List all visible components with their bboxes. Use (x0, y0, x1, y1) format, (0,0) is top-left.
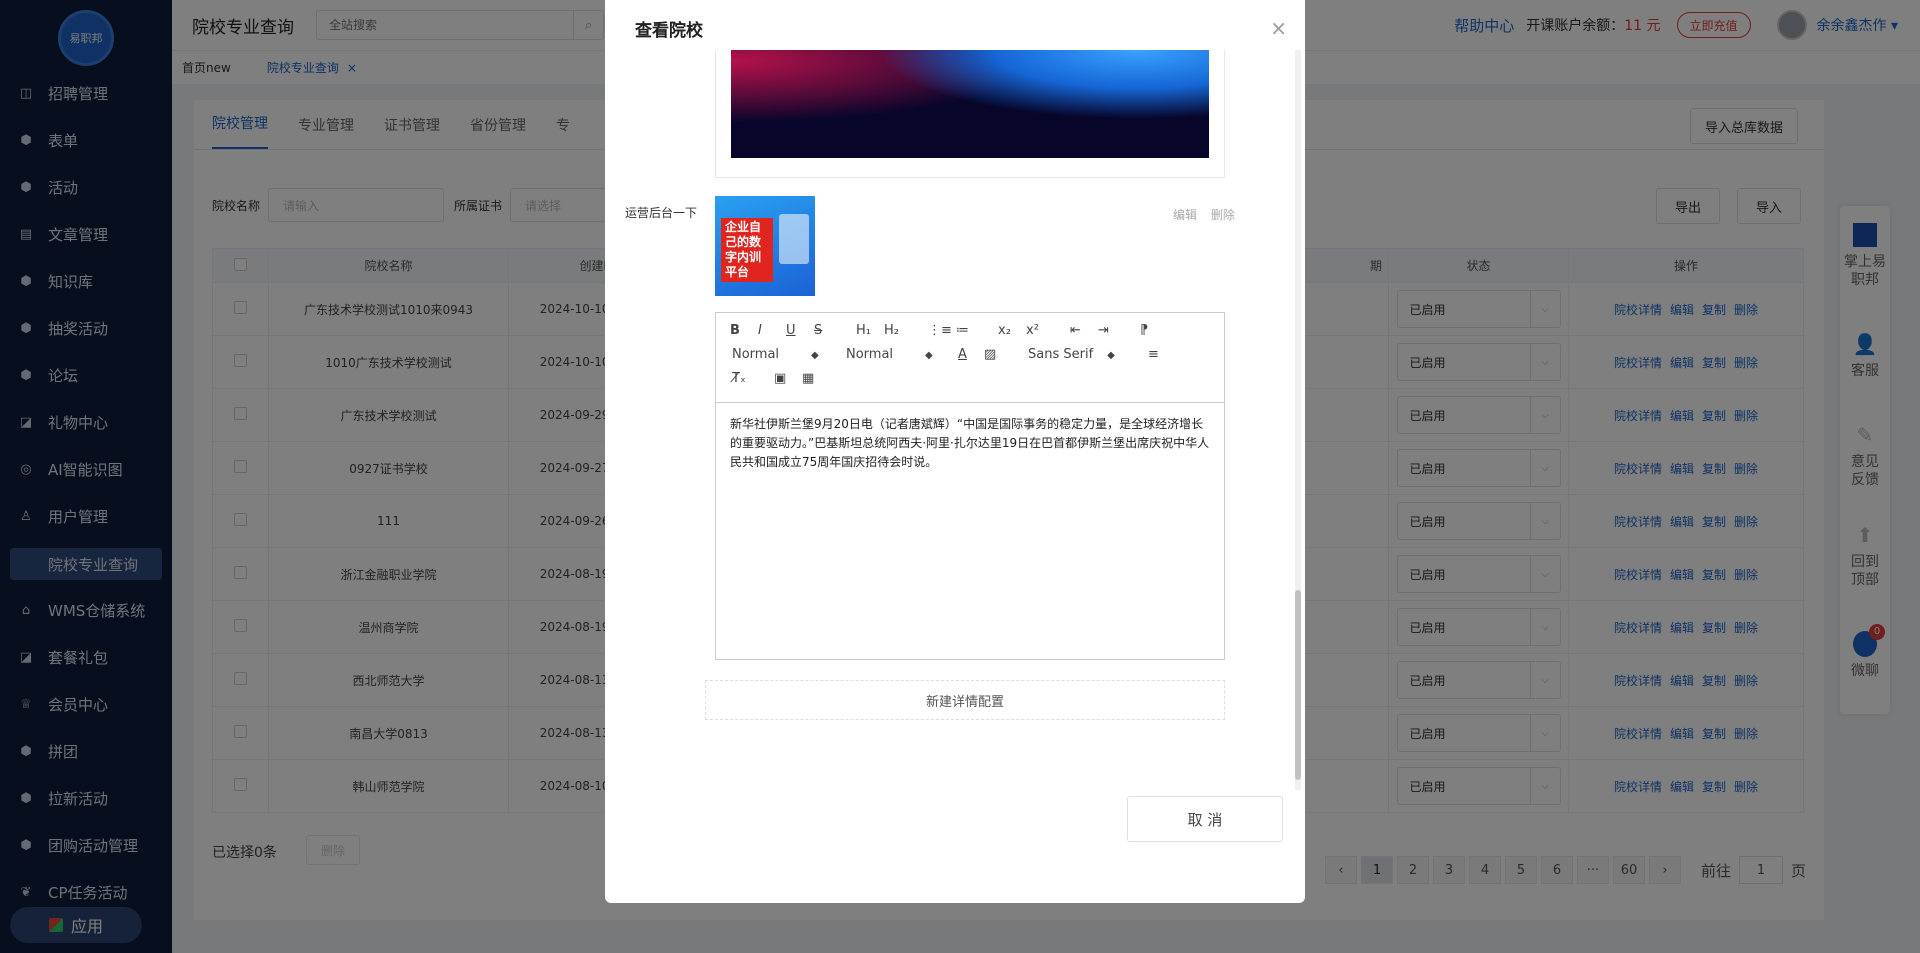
remove-link[interactable]: 删除 (1211, 208, 1235, 222)
size-select-1[interactable]: Normal ◆ (732, 347, 819, 362)
editor-toolbar: B I U S H₁ H₂ ⋮≡ ≔ x₂ x² ⇤ ⇥ ⁋ Normal ◆ N… (716, 313, 1224, 403)
font-family-value: Sans Serif (1028, 347, 1094, 362)
detail-actions: 编辑 删除 (1163, 206, 1235, 223)
cover-image (731, 50, 1209, 158)
detail-thumbnail: 企业自己的数字内训平台 (715, 196, 815, 296)
new-detail-config-button[interactable]: 新建详情配置 (705, 680, 1225, 720)
thumbnail-screen-graphic (779, 214, 809, 264)
superscript-button[interactable]: x² (1026, 323, 1039, 338)
size-select-2-value: Normal (846, 347, 894, 362)
strike-button[interactable]: S (814, 323, 822, 338)
bold-button[interactable]: B (730, 323, 740, 338)
font-color-button[interactable]: A (958, 347, 967, 362)
background-color-button[interactable]: ▨ (984, 347, 996, 362)
updown-icon: ◆ (1107, 350, 1115, 361)
thumbnail-banner-text: 企业自己的数字内训平台 (721, 218, 773, 282)
cancel-button[interactable]: 取 消 (1127, 796, 1283, 842)
subscript-button[interactable]: x₂ (998, 323, 1011, 338)
editor-content[interactable]: 新华社伊斯兰堡9月20日电（记者唐斌辉）“中国是国际事务的稳定力量，是全球经济增… (716, 403, 1224, 484)
cover-image-box (715, 50, 1225, 178)
dialog-title: 查看院校 (635, 21, 703, 41)
view-school-dialog: 查看院校 × 运营后台一下 企业自己的数字内训平台 编辑 删除 B I U S … (605, 0, 1305, 903)
detail-row-label: 运营后台一下 (625, 206, 698, 220)
rich-text-editor: B I U S H₁ H₂ ⋮≡ ≔ x₂ x² ⇤ ⇥ ⁋ Normal ◆ N… (715, 312, 1225, 660)
h2-button[interactable]: H₂ (884, 323, 899, 338)
italic-button[interactable]: I (758, 323, 762, 338)
updown-icon: ◆ (925, 350, 933, 361)
clear-format-button[interactable]: T̸ₓ (732, 371, 746, 386)
size-select-2[interactable]: Normal ◆ (846, 347, 933, 362)
ordered-list-button[interactable]: ⋮≡ (928, 323, 952, 338)
text-direction-button[interactable]: ⁋ (1140, 323, 1148, 338)
close-icon[interactable]: × (1270, 16, 1287, 40)
outdent-button[interactable]: ⇤ (1070, 323, 1081, 338)
size-select-1-value: Normal (732, 347, 780, 362)
bullet-list-button[interactable]: ≔ (956, 323, 969, 338)
insert-image-button[interactable]: ▣ (774, 371, 786, 386)
insert-video-button[interactable]: ▦ (802, 371, 814, 386)
dialog-scrollbar[interactable] (1295, 50, 1301, 790)
scrollbar-thumb[interactable] (1295, 590, 1301, 780)
h1-button[interactable]: H₁ (856, 323, 871, 338)
font-family-select[interactable]: Sans Serif ◆ (1028, 347, 1115, 362)
updown-icon: ◆ (811, 350, 819, 361)
edit-link[interactable]: 编辑 (1173, 208, 1197, 222)
indent-button[interactable]: ⇥ (1098, 323, 1109, 338)
align-button[interactable]: ≡ (1148, 347, 1159, 362)
dialog-body: 运营后台一下 企业自己的数字内训平台 编辑 删除 B I U S H₁ H₂ ⋮… (605, 50, 1305, 790)
underline-button[interactable]: U (786, 323, 796, 338)
